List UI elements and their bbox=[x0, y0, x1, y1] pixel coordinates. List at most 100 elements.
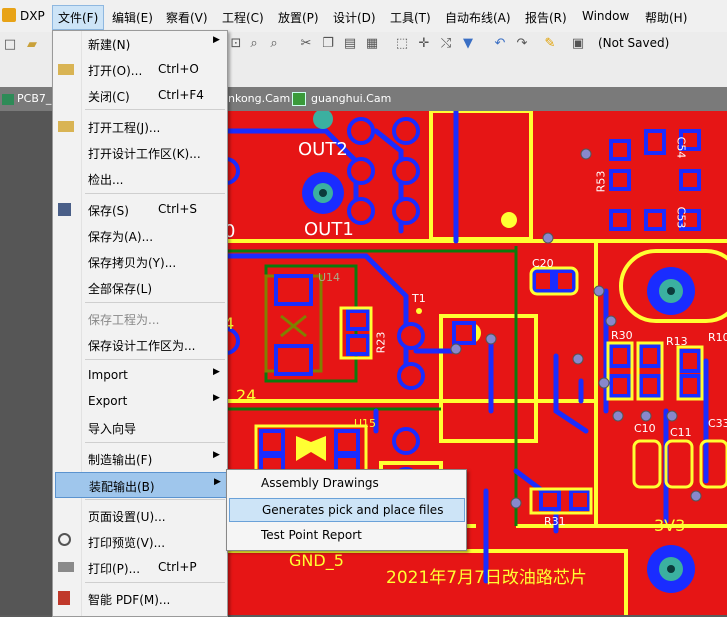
menu-item-new[interactable]: 新建(N) ▶ bbox=[55, 31, 225, 55]
menu-item-save-as-label: 保存为(A)... bbox=[88, 230, 154, 244]
menu-window[interactable]: Window bbox=[582, 9, 629, 23]
menu-item-export-label: Export bbox=[88, 394, 128, 408]
menu-item-smart-pdf[interactable]: 智能 PDF(M)... bbox=[55, 586, 225, 610]
menu-dxp[interactable]: DXP bbox=[20, 9, 45, 23]
zoom-selected-icon[interactable]: ⌕ bbox=[246, 36, 262, 52]
printer-icon bbox=[58, 562, 74, 572]
submenu-item-test-point-report[interactable]: Test Point Report bbox=[229, 524, 463, 546]
menu-separator bbox=[85, 193, 225, 194]
menu-item-save-copy-as-label: 保存拷贝为(Y)... bbox=[88, 256, 177, 270]
menu-item-smart-pdf-label: 智能 PDF(M)... bbox=[88, 593, 171, 607]
paste-icon[interactable]: ▤ bbox=[342, 36, 358, 52]
menu-bar: DXP 文件(F) 编辑(E) 察看(V) 工程(C) 放置(P) 设计(D) … bbox=[0, 0, 727, 33]
menu-item-close-label: 关闭(C) bbox=[88, 90, 130, 104]
browse-icon[interactable]: ▣ bbox=[570, 36, 586, 52]
select-area-icon[interactable]: ⬚ bbox=[394, 36, 410, 52]
menu-item-print-preview[interactable]: 打印预览(V)... bbox=[55, 529, 225, 553]
menu-item-close[interactable]: 关闭(C) Ctrl+F4 bbox=[55, 83, 225, 107]
menu-design[interactable]: 设计(D) bbox=[333, 9, 376, 26]
menu-reports[interactable]: 报告(R) bbox=[525, 9, 567, 26]
new-doc-icon[interactable]: □ bbox=[2, 37, 18, 53]
submenu-item-assembly-drawings-label: Assembly Drawings bbox=[261, 476, 379, 490]
label-gnd5: GND_5 bbox=[289, 551, 344, 570]
menu-item-save[interactable]: 保存(S) Ctrl+S bbox=[55, 197, 225, 221]
dxp-logo-icon[interactable] bbox=[2, 8, 16, 22]
menu-item-save-all[interactable]: 全部保存(L) bbox=[55, 275, 225, 299]
menu-item-save-as[interactable]: 保存为(A)... bbox=[55, 223, 225, 247]
zoom-filter-icon[interactable]: ⌕ bbox=[266, 36, 282, 52]
label-r23: R23 bbox=[374, 331, 388, 354]
menu-item-export[interactable]: Export ▶ bbox=[55, 389, 225, 413]
submenu-item-pick-and-place-label: Generates pick and place files bbox=[262, 503, 444, 517]
tab-cam-2-label: guanghui.Cam bbox=[311, 92, 392, 105]
menu-item-fabrication-outputs[interactable]: 制造输出(F) ▶ bbox=[55, 446, 225, 470]
menu-item-save-shortcut: Ctrl+S bbox=[158, 202, 198, 216]
deselect-icon[interactable]: ⤭ bbox=[438, 36, 454, 52]
label-u14: U14 bbox=[318, 271, 341, 284]
menu-tools[interactable]: 工具(T) bbox=[390, 9, 431, 26]
toolbar-left: □ ▰ bbox=[0, 32, 52, 87]
label-c10: C10 bbox=[634, 422, 656, 435]
menu-item-save-workspace-as[interactable]: 保存设计工作区为... bbox=[55, 332, 225, 356]
submenu-item-pick-and-place[interactable]: Generates pick and place files bbox=[229, 498, 465, 522]
menu-separator bbox=[85, 109, 225, 110]
label-r10: R10 bbox=[708, 331, 727, 344]
tab-pcb-label: PCB7_ bbox=[17, 92, 52, 105]
menu-edit[interactable]: 编辑(E) bbox=[112, 9, 153, 26]
menu-item-save-copy-as[interactable]: 保存拷贝为(Y)... bbox=[55, 249, 225, 273]
copy-icon[interactable]: ❐ bbox=[320, 36, 336, 52]
menu-item-import-wizard[interactable]: 导入向导 bbox=[55, 415, 225, 439]
menu-autoroute[interactable]: 自动布线(A) bbox=[445, 9, 511, 26]
submenu-item-assembly-drawings[interactable]: Assembly Drawings bbox=[229, 472, 463, 494]
label-r30: R30 bbox=[611, 329, 633, 342]
menu-item-page-setup[interactable]: 页面设置(U)... bbox=[55, 503, 225, 527]
menu-separator bbox=[85, 302, 225, 303]
menu-item-open[interactable]: 打开(O)... Ctrl+O bbox=[55, 57, 225, 81]
menu-item-checkout-label: 检出... bbox=[88, 173, 124, 187]
submenu-arrow-icon: ▶ bbox=[214, 477, 221, 487]
menu-item-print-label: 打印(P)... bbox=[88, 562, 141, 576]
menu-item-print-shortcut: Ctrl+P bbox=[158, 560, 197, 574]
zoom-area-icon[interactable]: ⊡ bbox=[228, 36, 244, 52]
submenu-item-test-point-report-label: Test Point Report bbox=[261, 528, 362, 542]
cut-icon[interactable]: ✂ bbox=[298, 36, 314, 52]
menu-help[interactable]: 帮助(H) bbox=[645, 9, 687, 26]
pencil-icon[interactable]: ✎ bbox=[542, 36, 558, 52]
menu-item-save-project-as-label: 保存工程为... bbox=[88, 313, 160, 327]
menu-item-save-project-as[interactable]: 保存工程为... bbox=[55, 306, 225, 330]
menu-item-assembly-outputs[interactable]: 装配输出(B) ▶ bbox=[55, 472, 227, 498]
menu-item-close-shortcut: Ctrl+F4 bbox=[158, 88, 204, 102]
menu-file[interactable]: 文件(F) bbox=[52, 5, 105, 30]
menu-item-open-project[interactable]: 打开工程(J)... bbox=[55, 114, 225, 138]
pcb-left-strip bbox=[0, 111, 52, 615]
cam-doc-icon bbox=[292, 92, 306, 106]
menu-item-assembly-outputs-label: 装配输出(B) bbox=[89, 480, 155, 494]
undo-icon[interactable]: ↶ bbox=[492, 36, 508, 52]
menu-item-print[interactable]: 打印(P)... Ctrl+P bbox=[55, 555, 225, 579]
rubber-stamp-icon[interactable]: ▦ bbox=[364, 36, 380, 52]
tab-cam-2[interactable]: guanghui.Cam bbox=[292, 92, 391, 106]
menu-view[interactable]: 察看(V) bbox=[166, 9, 208, 26]
menu-item-fabrication-outputs-label: 制造输出(F) bbox=[88, 453, 153, 467]
pcb-doc-icon bbox=[2, 93, 14, 105]
menu-place[interactable]: 放置(P) bbox=[278, 9, 319, 26]
menu-item-open-workspace-label: 打开设计工作区(K)... bbox=[88, 147, 201, 161]
menu-project[interactable]: 工程(C) bbox=[222, 9, 264, 26]
menu-separator bbox=[85, 442, 225, 443]
label-c53: C53 bbox=[674, 206, 688, 229]
menu-item-checkout[interactable]: 检出... bbox=[55, 166, 225, 190]
submenu-arrow-icon: ▶ bbox=[213, 367, 220, 377]
label-r31: R31 bbox=[544, 515, 566, 528]
redo-icon[interactable]: ↷ bbox=[514, 36, 530, 52]
menu-item-open-label: 打开(O)... bbox=[88, 64, 143, 78]
menu-item-import-wizard-label: 导入向导 bbox=[88, 422, 137, 436]
filter-icon[interactable]: ▼ bbox=[460, 36, 476, 52]
open-folder-icon[interactable]: ▰ bbox=[24, 37, 40, 53]
menu-item-open-workspace[interactable]: 打开设计工作区(K)... bbox=[55, 140, 225, 164]
menu-item-import[interactable]: Import ▶ bbox=[55, 363, 225, 387]
pcb-banner-text: 2021年7月7日改油路芯片 bbox=[386, 568, 587, 588]
menu-separator bbox=[85, 582, 225, 583]
tab-cam-1[interactable]: nkong.Cam bbox=[228, 92, 290, 105]
move-icon[interactable]: ✛ bbox=[416, 36, 432, 52]
tab-pcb[interactable]: PCB7_ bbox=[2, 92, 51, 105]
